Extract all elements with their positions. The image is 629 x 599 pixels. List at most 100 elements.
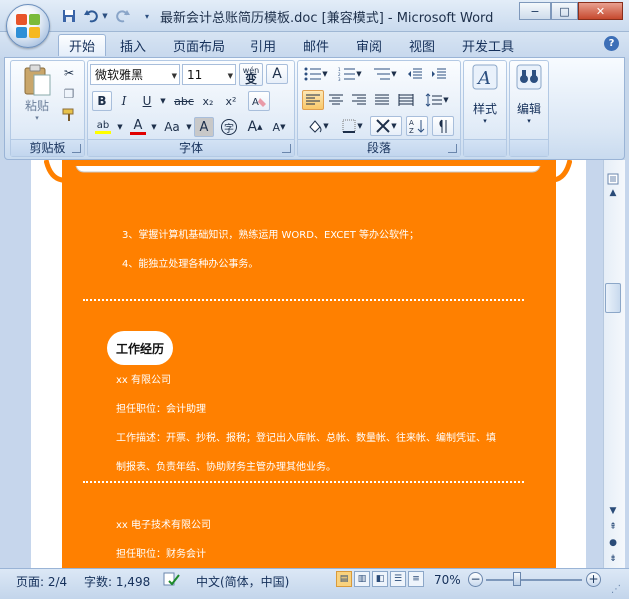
change-case-button[interactable]: Aa <box>160 117 184 137</box>
print-layout-view-icon[interactable]: ▤ <box>336 571 352 587</box>
font-name-value: 微软雅黑 <box>95 68 144 82</box>
scroll-down-icon[interactable]: ▼ <box>605 504 621 518</box>
job2-position: 担任职位：财务会计 <box>116 549 206 560</box>
zoom-slider-track[interactable] <box>486 579 582 581</box>
undo-dropdown-icon[interactable]: ▼ <box>100 7 110 25</box>
minimize-button[interactable]: − <box>519 2 551 20</box>
next-page-icon[interactable]: ⇟ <box>605 552 621 566</box>
tab-view[interactable]: 视图 <box>399 34 445 56</box>
page-count[interactable]: 页面: 2/4 <box>16 573 67 590</box>
highlight-button[interactable]: ab <box>92 117 114 137</box>
undo-icon[interactable] <box>82 7 100 25</box>
zoom-slider-thumb[interactable] <box>513 572 521 586</box>
cut-icon[interactable]: ✂ <box>58 63 80 83</box>
tab-page-layout[interactable]: 页面布局 <box>163 34 235 56</box>
save-icon[interactable] <box>60 7 78 25</box>
office-logo-icon <box>16 14 40 38</box>
draft-view-icon[interactable]: ≡ <box>408 571 424 587</box>
clear-formatting-icon[interactable]: A <box>248 91 270 111</box>
increase-indent-icon[interactable] <box>428 64 450 84</box>
tab-mailings[interactable]: 邮件 <box>293 34 339 56</box>
phonetic-guide-button[interactable]: wén 变 <box>239 63 263 86</box>
zoom-in-icon[interactable]: + <box>586 572 601 587</box>
paragraph-dialog-launcher[interactable] <box>448 144 457 153</box>
zoom-out-icon[interactable]: − <box>468 572 483 587</box>
copy-icon[interactable]: ❐ <box>58 84 80 104</box>
resize-grip-icon[interactable]: ⋰ <box>611 584 625 596</box>
job1-company: xx 有限公司 <box>116 375 172 386</box>
justify-icon[interactable] <box>371 90 393 110</box>
paste-button[interactable]: 粘贴 ▾ <box>18 63 56 122</box>
maximize-button[interactable]: □ <box>551 2 578 20</box>
align-left-icon[interactable] <box>302 90 324 110</box>
font-dialog-launcher[interactable] <box>282 144 291 153</box>
customize-qat-icon[interactable]: ▾ <box>138 7 156 25</box>
browse-object-icon[interactable]: ● <box>605 536 621 550</box>
tab-review[interactable]: 审阅 <box>346 34 392 56</box>
numbering-icon[interactable]: 1 2 3 ▼ <box>334 64 366 84</box>
character-border-button[interactable]: A <box>266 64 288 84</box>
scroll-thumb[interactable] <box>605 283 621 313</box>
font-color-dropdown-icon[interactable]: ▼ <box>149 117 159 137</box>
redo-icon[interactable] <box>114 7 132 25</box>
align-right-icon[interactable] <box>348 90 370 110</box>
tab-home[interactable]: 开始 <box>58 34 107 56</box>
distributed-icon[interactable] <box>395 90 417 110</box>
bold-button[interactable]: B <box>92 91 112 111</box>
decrease-indent-icon[interactable] <box>404 64 426 84</box>
scroll-up-icon[interactable]: ▲ <box>605 186 621 200</box>
document-area[interactable]: 3、掌握计算机基础知识，熟练运用 WORD、EXCET 等办公软件； 4、能独立… <box>0 160 629 568</box>
change-case-dropdown-icon[interactable]: ▼ <box>184 117 194 137</box>
proofing-icon[interactable] <box>162 571 180 590</box>
font-name-select[interactable]: 微软雅黑 ▼ <box>90 64 180 85</box>
tab-developer[interactable]: 开发工具 <box>452 34 524 56</box>
highlight-dropdown-icon[interactable]: ▼ <box>115 117 125 137</box>
editing-button[interactable]: 编辑 ▾ <box>510 64 548 125</box>
language-status[interactable]: 中文(简体，中国) <box>196 573 289 590</box>
svg-text:A: A <box>409 119 414 127</box>
tab-references[interactable]: 引用 <box>240 34 286 56</box>
enclose-characters-button[interactable]: 字 <box>218 117 240 137</box>
outline-view-icon[interactable]: ☰ <box>390 571 406 587</box>
sort-icon[interactable]: AZ <box>406 116 428 136</box>
help-icon[interactable]: ? <box>604 36 619 51</box>
font-group-label: 字体 <box>88 139 294 156</box>
page-border-decoration <box>44 160 572 183</box>
align-center-icon[interactable] <box>325 90 347 110</box>
office-button[interactable] <box>6 4 50 48</box>
show-marks-icon[interactable] <box>432 116 454 136</box>
paste-label: 粘贴 <box>24 99 49 113</box>
strikethrough-button[interactable]: abc <box>172 91 196 111</box>
underline-dropdown-icon[interactable]: ▼ <box>158 91 168 111</box>
styles-button[interactable]: A 样式 ▾ <box>464 64 506 125</box>
chinese-layout-icon[interactable]: ▼ <box>370 116 402 136</box>
multilevel-list-icon[interactable]: ▼ <box>370 64 400 84</box>
font-size-select[interactable]: 11 ▼ <box>182 64 236 85</box>
superscript-button[interactable]: x² <box>221 91 241 111</box>
ruler-toggle-icon[interactable] <box>605 172 621 186</box>
borders-icon[interactable]: ▼ <box>336 116 368 136</box>
shrink-font-button[interactable]: A ▼ <box>268 117 290 137</box>
styles-icon: A <box>472 64 498 90</box>
font-color-button[interactable]: A <box>128 117 148 137</box>
clipboard-dialog-launcher[interactable] <box>72 144 81 153</box>
subscript-button[interactable]: x₂ <box>198 91 218 111</box>
character-shading-button[interactable]: A <box>194 117 214 137</box>
paste-icon <box>24 64 51 96</box>
bullets-icon[interactable]: ▼ <box>302 64 330 84</box>
dotted-divider <box>83 299 524 301</box>
previous-page-icon[interactable]: ⇞ <box>605 520 621 534</box>
grow-font-button[interactable]: A ▲ <box>244 117 266 137</box>
word-count[interactable]: 字数: 1,498 <box>84 573 150 590</box>
close-button[interactable]: ✕ <box>578 2 623 20</box>
zoom-level[interactable]: 70% <box>434 573 461 587</box>
tab-insert[interactable]: 插入 <box>110 34 156 56</box>
full-screen-reading-view-icon[interactable]: ▥ <box>354 571 370 587</box>
format-painter-icon[interactable] <box>58 105 80 125</box>
italic-button[interactable]: I <box>114 91 134 111</box>
web-layout-view-icon[interactable]: ◧ <box>372 571 388 587</box>
underline-button[interactable]: U <box>137 91 157 111</box>
line-spacing-icon[interactable]: ▼ <box>420 90 454 110</box>
job1-position: 担任职位：会计助理 <box>116 404 206 415</box>
shading-icon[interactable]: ▼ <box>302 116 334 136</box>
